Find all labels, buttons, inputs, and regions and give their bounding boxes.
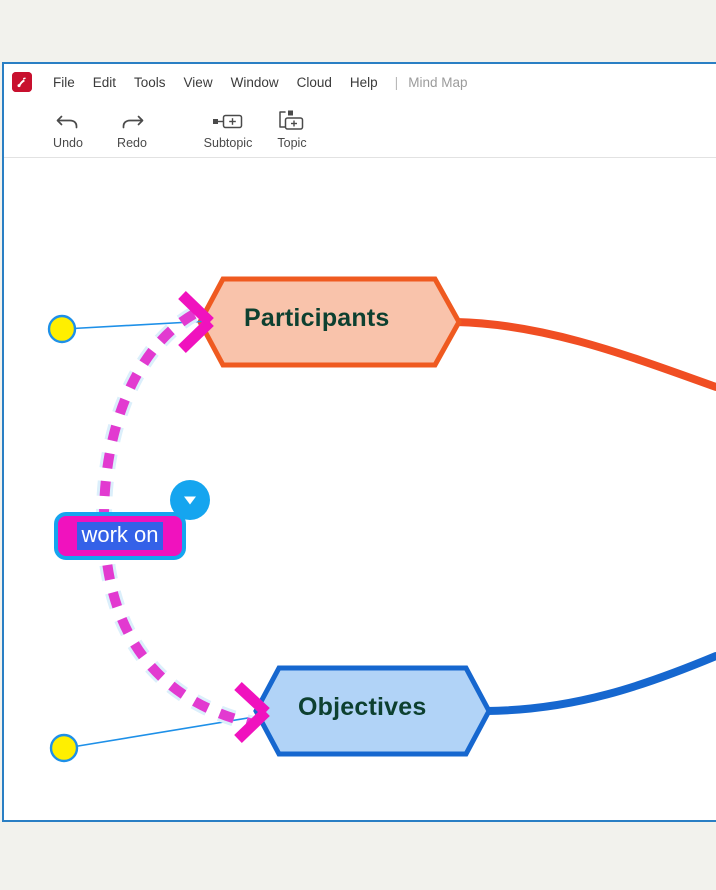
handle-line-bottom (65, 714, 267, 749)
menu-item-tools[interactable]: Tools (125, 71, 175, 94)
application-window: File Edit Tools View Window Cloud Help |… (2, 62, 716, 822)
menu-item-window[interactable]: Window (222, 71, 288, 94)
topic-button[interactable]: Topic (260, 104, 324, 150)
undo-button[interactable]: Undo (36, 104, 100, 150)
relationship-dropdown-button[interactable] (170, 480, 210, 520)
redo-button[interactable]: Redo (100, 104, 164, 150)
menu-item-file[interactable]: File (44, 71, 84, 94)
topic-button-label: Topic (277, 136, 307, 150)
subtopic-button-label: Subtopic (203, 136, 253, 150)
topic-add-icon (277, 108, 307, 134)
toolbar: Undo Redo Subtopic Topic (4, 100, 716, 160)
relationship-arrowhead-objectives (234, 681, 270, 743)
menu-item-help[interactable]: Help (341, 71, 387, 94)
menu-item-cloud[interactable]: Cloud (288, 71, 341, 94)
desktop-background-bottom (0, 822, 716, 890)
relationship-label-text[interactable]: work on (77, 522, 163, 550)
redo-arrow-icon (119, 108, 145, 134)
branch-curve-objectives (483, 652, 716, 715)
menu-separator: | (394, 74, 399, 90)
node-objectives-shape (253, 665, 492, 757)
chevron-down-icon (184, 496, 196, 505)
relationship-label[interactable]: work on (54, 512, 186, 560)
mind-map-canvas[interactable]: Participants Objectives work on (4, 159, 716, 820)
branch-curve-participants (452, 318, 716, 391)
app-logo-icon (12, 72, 32, 92)
toolbar-separator (4, 157, 716, 158)
undo-arrow-icon (55, 108, 81, 134)
drag-handle-icon-top (47, 314, 77, 344)
menu-bar: File Edit Tools View Window Cloud Help |… (4, 64, 716, 100)
node-participants-shape (197, 276, 462, 368)
subtopic-add-icon (210, 108, 246, 134)
undo-button-label: Undo (53, 136, 83, 150)
drag-handle-icon-bottom (49, 733, 79, 763)
menu-item-edit[interactable]: Edit (84, 71, 125, 94)
redo-button-label: Redo (117, 136, 147, 150)
document-type-label: Mind Map (408, 74, 468, 90)
subtopic-button[interactable]: Subtopic (196, 104, 260, 150)
menu-item-view[interactable]: View (175, 71, 222, 94)
